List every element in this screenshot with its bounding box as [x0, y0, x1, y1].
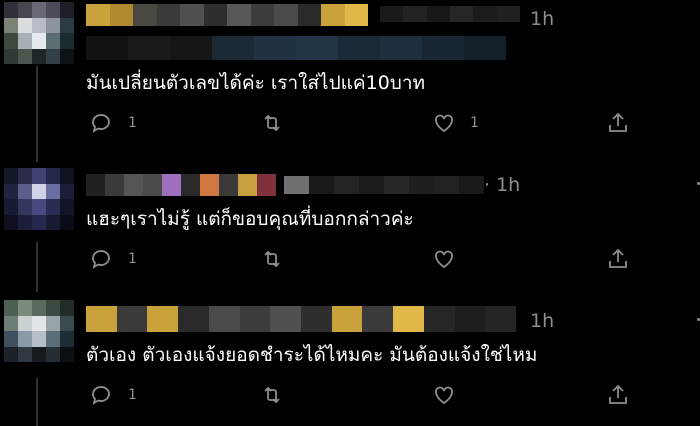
retweet-button[interactable] [260, 380, 284, 410]
reply-text: ตัวเอง ตัวเองแจ้งยอดชำระได้ไหมคะ มันต้อง… [86, 344, 538, 366]
author-name-pixelated[interactable] [86, 4, 368, 26]
author-handle-pixelated[interactable] [284, 176, 484, 194]
reply-tweet[interactable]: 1h ตัวเอง ตัวเองแจ้งยอดชำระได้ไหมคะ มันต… [0, 296, 700, 426]
retweet-icon [264, 114, 280, 132]
timestamp[interactable]: 1h [530, 8, 554, 30]
share-icon [609, 112, 627, 132]
retweet-button[interactable] [260, 108, 284, 138]
share-icon [609, 384, 627, 404]
reply-icon [92, 114, 110, 133]
like-button[interactable]: 1 [432, 108, 479, 138]
action-bar: 1 [86, 244, 646, 274]
author-name-pixelated[interactable] [86, 174, 276, 196]
reply-button[interactable]: 1 [90, 244, 137, 274]
share-button[interactable] [606, 380, 630, 410]
reply-tweet[interactable]: 1h มันเปลี่ยนตัวเลขได้ค่ะ เราใส่ไปแค่10บ… [0, 0, 700, 150]
reply-tweet[interactable]: · 1h แฮะๆเราไม่รู้ แต่ก็ขอบคุณที่บอกกล่า… [0, 160, 700, 292]
action-bar: 1 [86, 380, 646, 410]
share-button[interactable] [606, 244, 630, 274]
avatar[interactable] [4, 300, 74, 362]
reply-text: แฮะๆเราไม่รู้ แต่ก็ขอบคุณที่บอกกล่าวค่ะ [86, 208, 414, 230]
like-button[interactable] [432, 380, 456, 410]
retweet-icon [264, 250, 280, 268]
timestamp[interactable]: 1h [530, 310, 554, 332]
reply-text: มันเปลี่ยนตัวเลขได้ค่ะ เราใส่ไปแค่10บาท [86, 72, 426, 94]
share-icon [609, 248, 627, 268]
avatar[interactable] [4, 168, 74, 230]
reply-count: 1 [128, 115, 137, 131]
reply-button[interactable]: 1 [90, 108, 137, 138]
author-handle-pixelated[interactable] [380, 6, 520, 22]
reply-icon [92, 386, 110, 405]
avatar[interactable] [4, 2, 74, 64]
heart-icon [435, 114, 453, 133]
like-count: 1 [470, 115, 479, 131]
share-button[interactable] [606, 108, 630, 138]
like-button[interactable] [432, 244, 456, 274]
retweet-button[interactable] [260, 244, 284, 274]
reply-count: 1 [128, 251, 137, 267]
reply-button[interactable]: 1 [90, 380, 137, 410]
author-name-pixelated[interactable] [86, 306, 516, 332]
heart-icon [435, 386, 453, 405]
reply-icon [92, 250, 110, 269]
heart-icon [435, 250, 453, 269]
retweet-icon [264, 386, 280, 404]
reply-count: 1 [128, 387, 137, 403]
timestamp[interactable]: · 1h [484, 174, 520, 196]
replying-to-pixelated[interactable] [86, 36, 506, 60]
action-bar: 1 1 [86, 108, 646, 138]
